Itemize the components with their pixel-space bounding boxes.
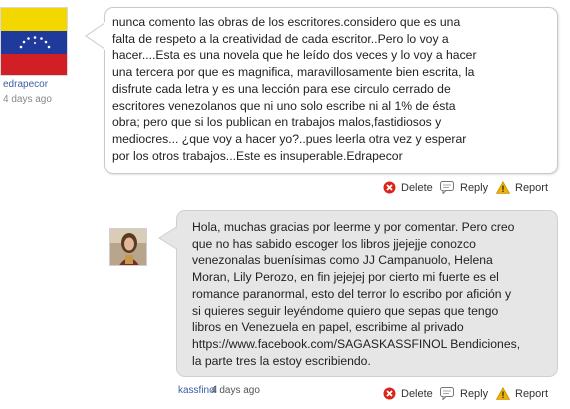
- reply-icon: [440, 387, 454, 400]
- reply-label: Reply: [460, 387, 489, 400]
- reply-text: Hola, muchas gracias por leerme y por co…: [192, 220, 521, 368]
- delete-button[interactable]: Delete: [383, 387, 433, 400]
- reply-label: Reply: [460, 181, 489, 194]
- report-label: Report: [515, 387, 549, 400]
- venezuela-flag-icon: [1, 8, 67, 75]
- warning-icon: [496, 181, 510, 194]
- bubble-tail: [85, 22, 105, 50]
- delete-label: Delete: [401, 387, 433, 400]
- avatar-edrapecor[interactable]: [0, 7, 68, 76]
- comment-text: nunca comento las obras de los escritore…: [112, 15, 477, 163]
- delete-label: Delete: [401, 181, 433, 194]
- warning-icon: [496, 387, 510, 400]
- user-photo-icon: [110, 229, 146, 265]
- delete-icon: [383, 181, 396, 194]
- reply-button[interactable]: Reply: [440, 387, 488, 400]
- reply-icon: [440, 181, 454, 194]
- report-label: Report: [515, 181, 549, 194]
- bubble-tail: [158, 225, 178, 251]
- report-button[interactable]: Report: [496, 387, 548, 400]
- avatar-kassfinol[interactable]: [109, 228, 147, 266]
- comment-author[interactable]: edrapecor: [3, 79, 48, 90]
- delete-icon: [383, 387, 396, 400]
- report-button[interactable]: Report: [496, 181, 548, 194]
- comment-timestamp: 4 days ago: [3, 94, 52, 105]
- reply-button[interactable]: Reply: [440, 181, 488, 194]
- comment-timestamp: 4 days ago: [211, 385, 260, 396]
- delete-button[interactable]: Delete: [383, 181, 433, 194]
